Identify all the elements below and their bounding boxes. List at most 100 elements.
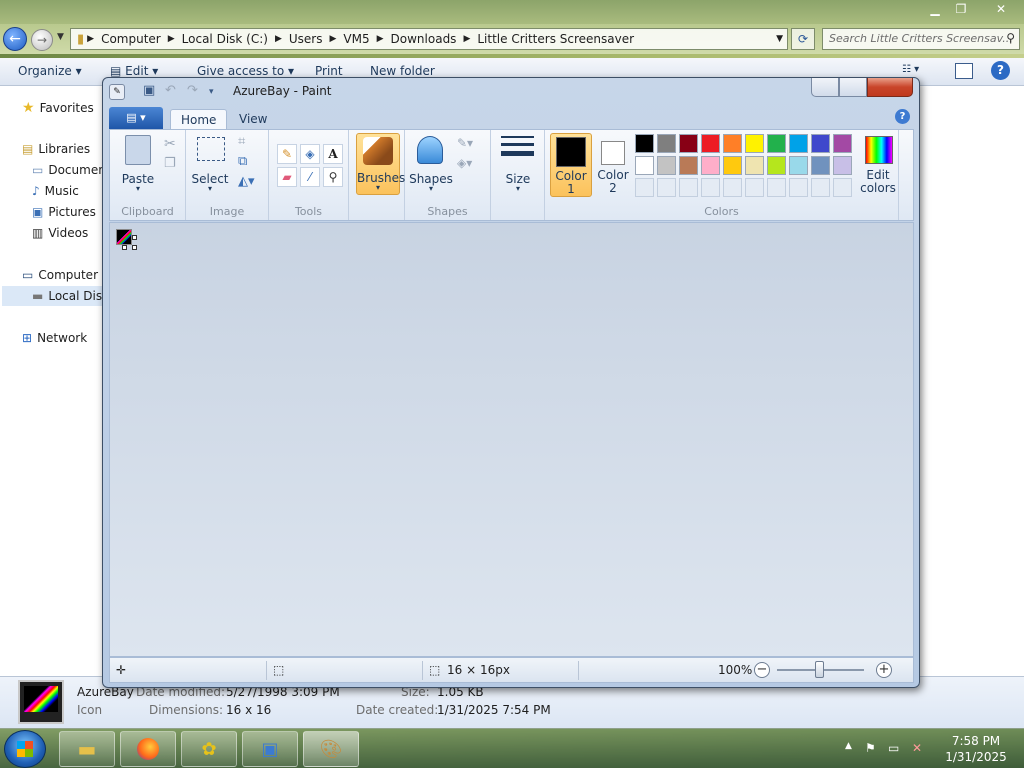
new-folder-button[interactable]: New folder [370, 64, 435, 78]
organize-menu[interactable]: Organize ▾ [18, 64, 82, 78]
customize-toolbar-icon[interactable]: ▾ [209, 87, 214, 97]
zoom-in-button[interactable]: + [876, 662, 892, 678]
nav-libraries[interactable]: ▤ Libraries [22, 142, 90, 156]
network-tray-icon[interactable]: ▭ [888, 741, 899, 755]
zoom-slider-thumb[interactable] [815, 661, 824, 678]
address-field[interactable]: ▮ ▶ Computer ▶ Local Disk (C:) ▶ Users ▶… [70, 28, 788, 50]
palette-swatch[interactable] [701, 134, 720, 153]
palette-custom-slot[interactable] [745, 178, 764, 197]
explorer-close-button[interactable]: ✕ [988, 0, 1014, 18]
system-clock[interactable]: 7:58 PM 1/31/2025 [936, 733, 1016, 765]
palette-custom-slot[interactable] [723, 178, 742, 197]
paint-help-icon[interactable]: ? [895, 109, 910, 124]
magnifier-icon[interactable]: ⚲ [323, 167, 343, 187]
breadcrumb-computer[interactable]: Computer [97, 32, 165, 46]
rotate-icon[interactable]: ◭▾ [238, 174, 255, 189]
select-button[interactable]: Select ▾ [190, 132, 230, 193]
fill-icon[interactable]: ◈ [300, 144, 320, 164]
eraser-icon[interactable]: ▰ [277, 167, 297, 187]
zoom-out-button[interactable]: − [754, 662, 770, 678]
canvas-resize-handle-corner[interactable] [132, 245, 137, 250]
palette-swatch[interactable] [657, 134, 676, 153]
crop-icon[interactable]: ⌗ [238, 134, 245, 149]
edit-menu[interactable]: ▤ Edit ▾ [110, 64, 158, 78]
canvas-area[interactable] [109, 222, 914, 657]
explorer-minimize-button[interactable]: ▁ [922, 0, 948, 18]
nav-computer[interactable]: ▭ Computer [22, 268, 98, 282]
breadcrumb-users[interactable]: Users [285, 32, 327, 46]
color1-button[interactable]: Color 1 [550, 133, 592, 197]
nav-network[interactable]: ⊞ Network [22, 331, 87, 345]
palette-swatch[interactable] [657, 156, 676, 175]
help-icon[interactable]: ? [991, 61, 1010, 80]
volume-muted-icon[interactable]: ✕ [912, 741, 922, 755]
nav-pictures[interactable]: ▣ Pictures [32, 205, 96, 219]
palette-custom-slot[interactable] [811, 178, 830, 197]
color2-button[interactable]: Color 2 [595, 133, 631, 197]
drawing-canvas[interactable] [116, 229, 132, 245]
palette-swatch[interactable] [679, 156, 698, 175]
brushes-button[interactable]: Brushes ▾ [356, 133, 405, 195]
palette-swatch[interactable] [635, 134, 654, 153]
palette-swatch[interactable] [701, 156, 720, 175]
paste-button[interactable]: Paste ▾ [116, 132, 160, 193]
print-button[interactable]: Print [315, 64, 343, 78]
start-button[interactable] [4, 730, 46, 768]
forward-arrow-icon[interactable]: → [31, 29, 53, 51]
paint-minimize-button[interactable] [811, 78, 839, 97]
palette-swatch[interactable] [833, 156, 852, 175]
copy-icon[interactable]: ❐ [164, 156, 176, 171]
preview-pane-icon[interactable] [955, 63, 973, 79]
breadcrumb-local-disk[interactable]: Local Disk (C:) [178, 32, 272, 46]
palette-custom-slot[interactable] [635, 178, 654, 197]
tab-view[interactable]: View [229, 109, 277, 129]
palette-swatch[interactable] [789, 156, 808, 175]
palette-swatch[interactable] [745, 156, 764, 175]
give-access-menu[interactable]: Give access to ▾ [197, 64, 294, 78]
paint-close-button[interactable] [867, 78, 913, 97]
palette-custom-slot[interactable] [833, 178, 852, 197]
history-dropdown-icon[interactable]: ▼ [57, 32, 64, 42]
explorer-maximize-button[interactable]: ❐ [948, 0, 974, 18]
shape-fill-icon[interactable]: ◈▾ [457, 156, 472, 170]
nav-videos[interactable]: ▥ Videos [32, 226, 88, 240]
palette-swatch[interactable] [767, 156, 786, 175]
show-hidden-icons-icon[interactable]: ▲ [845, 741, 852, 751]
shapes-button[interactable]: Shapes ▾ [409, 132, 453, 194]
breadcrumb-vm5[interactable]: VM5 [339, 32, 373, 46]
refresh-icon[interactable]: ⟳ [791, 28, 815, 50]
outline-icon[interactable]: ✎▾ [457, 136, 473, 150]
edit-colors-button[interactable]: Edit colors [859, 133, 897, 197]
palette-swatch[interactable] [767, 134, 786, 153]
canvas-resize-handle-right[interactable] [132, 235, 137, 240]
palette-custom-slot[interactable] [679, 178, 698, 197]
size-button[interactable]: Size ▾ [499, 134, 537, 194]
palette-swatch[interactable] [811, 156, 830, 175]
breadcrumb-current-folder[interactable]: Little Critters Screensaver [473, 32, 638, 46]
palette-swatch[interactable] [833, 134, 852, 153]
palette-swatch[interactable] [635, 156, 654, 175]
text-icon[interactable]: A [323, 144, 343, 164]
tab-home[interactable]: Home [170, 109, 228, 129]
palette-swatch[interactable] [723, 156, 742, 175]
canvas-resize-handle-bottom[interactable] [122, 245, 127, 250]
undo-icon[interactable]: ↶ [165, 83, 176, 98]
palette-custom-slot[interactable] [767, 178, 786, 197]
taskbar-explorer-button[interactable]: ▬ [59, 731, 115, 767]
cut-icon[interactable]: ✂ [164, 136, 176, 152]
palette-swatch[interactable] [811, 134, 830, 153]
redo-icon[interactable]: ↷ [187, 83, 198, 98]
color-picker-icon[interactable]: ⁄ [300, 167, 320, 187]
pencil-icon[interactable]: ✎ [277, 144, 297, 164]
taskbar-firefox-button[interactable] [120, 731, 176, 767]
search-input[interactable]: Search Little Critters Screensav... ⚲ [822, 28, 1020, 50]
paint-maximize-button[interactable] [839, 78, 867, 97]
back-arrow-icon[interactable]: ← [3, 27, 27, 51]
palette-swatch[interactable] [745, 134, 764, 153]
palette-swatch[interactable] [789, 134, 808, 153]
nav-local-disk[interactable]: ▬ Local Disk [2, 286, 109, 306]
resize-icon[interactable]: ⧉ [238, 154, 247, 169]
address-dropdown-icon[interactable]: ▼ [776, 34, 783, 44]
palette-swatch[interactable] [679, 134, 698, 153]
palette-swatch[interactable] [723, 134, 742, 153]
